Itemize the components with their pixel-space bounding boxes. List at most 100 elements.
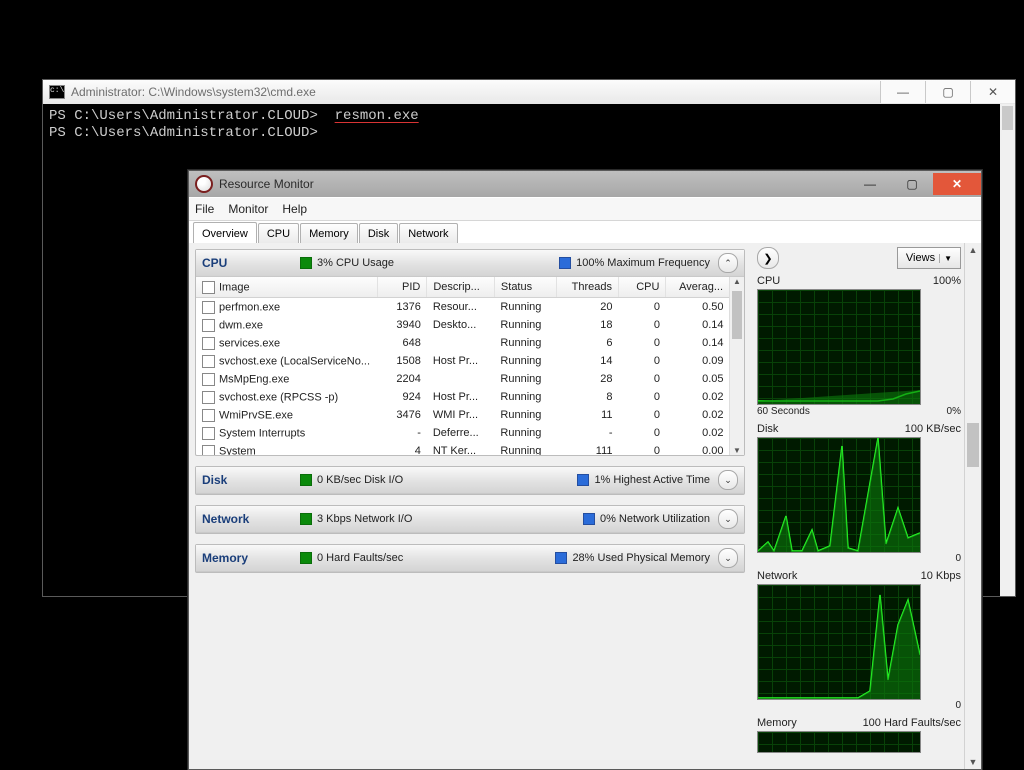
cmd-entered-command: resmon.exe — [335, 108, 419, 124]
views-dropdown[interactable]: Views ▼ — [897, 247, 961, 269]
close-button[interactable]: ✕ — [933, 173, 981, 195]
scroll-thumb[interactable] — [732, 291, 742, 339]
section-title: Disk — [202, 473, 292, 487]
table-row[interactable]: System4NT Ker...Running11100.00 — [196, 442, 730, 455]
expand-icon[interactable]: ⌄ — [718, 509, 738, 529]
memory-mini-chart: Memory100 Hard Faults/sec — [757, 717, 961, 753]
memory-section-header[interactable]: Memory 0 Hard Faults/sec 28% Used Physic… — [196, 545, 744, 572]
used-indicator-icon — [555, 552, 567, 564]
collapse-right-pane-icon[interactable]: ❯ — [757, 247, 779, 269]
checkbox[interactable] — [202, 281, 215, 294]
faults-indicator-icon — [300, 552, 312, 564]
scroll-up-icon[interactable]: ▲ — [730, 277, 744, 286]
col-average[interactable]: Averag... — [666, 277, 730, 298]
active-indicator-icon — [577, 474, 589, 486]
disk-section: Disk 0 KB/sec Disk I/O 1% Highest Active… — [195, 466, 745, 495]
cpu-section-header[interactable]: CPU 3% CPU Usage 100% Maximum Frequency … — [196, 250, 744, 277]
table-row[interactable]: WmiPrvSE.exe3476WMI Pr...Running1100.02 — [196, 406, 730, 424]
col-threads[interactable]: Threads — [556, 277, 618, 298]
tab-overview[interactable]: Overview — [193, 222, 257, 244]
tab-disk[interactable]: Disk — [359, 223, 398, 244]
minimize-button[interactable]: — — [849, 173, 891, 195]
cmd-prompt: PS C:\Users\Administrator.CLOUD> — [49, 125, 318, 141]
cpu-table: Image PID Descrip... Status Threads CPU … — [196, 277, 744, 455]
io-indicator-icon — [300, 474, 312, 486]
checkbox[interactable] — [202, 355, 215, 368]
network-mini-chart: Network 10 Kbps 0 — [757, 570, 961, 711]
rm-vertical-scrollbar[interactable]: ▲ ▼ — [964, 243, 981, 769]
views-label: Views — [906, 252, 935, 264]
tab-cpu[interactable]: CPU — [258, 223, 299, 244]
chart-title: Network — [757, 570, 797, 582]
memory-chart-canvas — [757, 731, 921, 753]
table-row[interactable]: perfmon.exe1376Resour...Running2000.50 — [196, 298, 730, 317]
table-row[interactable]: services.exe648Running600.14 — [196, 334, 730, 352]
col-cpu[interactable]: CPU — [619, 277, 666, 298]
resource-monitor-window: Resource Monitor — ▢ ✕ File Monitor Help… — [188, 170, 982, 770]
right-pane: ❯ Views ▼ CPU100% 60 Seconds0% Disk100 K… — [751, 243, 965, 769]
collapse-icon[interactable]: ⌃ — [718, 253, 738, 273]
checkbox[interactable] — [202, 373, 215, 386]
minimize-button[interactable]: — — [880, 81, 925, 103]
section-title: Network — [202, 512, 292, 526]
cpu-section: CPU 3% CPU Usage 100% Maximum Frequency … — [195, 249, 745, 456]
col-pid[interactable]: PID — [378, 277, 427, 298]
cpu-mini-chart: CPU100% 60 Seconds0% — [757, 275, 961, 417]
scroll-thumb[interactable] — [1002, 106, 1013, 130]
disk-section-header[interactable]: Disk 0 KB/sec Disk I/O 1% Highest Active… — [196, 467, 744, 494]
col-status[interactable]: Status — [494, 277, 556, 298]
menu-bar: File Monitor Help — [189, 197, 981, 221]
cmd-titlebar[interactable]: c:\ Administrator: C:\Windows\system32\c… — [43, 80, 1015, 105]
checkbox[interactable] — [202, 445, 215, 456]
table-row[interactable]: System Interrupts-Deferre...Running-00.0… — [196, 424, 730, 442]
tab-network[interactable]: Network — [399, 223, 457, 244]
rm-titlebar[interactable]: Resource Monitor — ▢ ✕ — [189, 171, 981, 197]
checkbox[interactable] — [202, 337, 215, 350]
col-description[interactable]: Descrip... — [427, 277, 495, 298]
table-scrollbar[interactable]: ▲ ▼ — [729, 277, 744, 455]
checkbox[interactable] — [202, 409, 215, 422]
tab-memory[interactable]: Memory — [300, 223, 358, 244]
section-title: Memory — [202, 551, 292, 565]
checkbox[interactable] — [202, 301, 215, 314]
table-row[interactable]: dwm.exe3940Deskto...Running1800.14 — [196, 316, 730, 334]
chart-title: Disk — [757, 423, 778, 435]
resource-monitor-icon — [195, 175, 213, 193]
scroll-down-icon[interactable]: ▼ — [730, 446, 744, 455]
table-row[interactable]: svchost.exe (LocalServiceNo...1508Host P… — [196, 352, 730, 370]
maximize-button[interactable]: ▢ — [925, 81, 970, 103]
disk-io-label: 0 KB/sec Disk I/O — [317, 474, 403, 486]
memory-section: Memory 0 Hard Faults/sec 28% Used Physic… — [195, 544, 745, 573]
close-button[interactable]: ✕ — [970, 81, 1015, 103]
tab-strip: Overview CPU Memory Disk Network — [189, 221, 981, 244]
checkbox[interactable] — [202, 427, 215, 440]
checkbox[interactable] — [202, 319, 215, 332]
network-util-label: 0% Network Utilization — [600, 513, 710, 525]
menu-help[interactable]: Help — [282, 202, 307, 216]
chart-min: 0 — [955, 700, 961, 711]
rm-content: CPU 3% CPU Usage 100% Maximum Frequency … — [189, 243, 965, 769]
freq-indicator-icon — [559, 257, 571, 269]
disk-active-label: 1% Highest Active Time — [594, 474, 710, 486]
cmd-scrollbar[interactable] — [1000, 104, 1015, 596]
table-row[interactable]: MsMpEng.exe2204Running2800.05 — [196, 370, 730, 388]
chart-title: Memory — [757, 717, 797, 729]
chart-max: 100% — [933, 275, 961, 287]
network-section-header[interactable]: Network 3 Kbps Network I/O 0% Network Ut… — [196, 506, 744, 533]
chart-min: 0% — [947, 406, 961, 417]
table-row[interactable]: svchost.exe (RPCSS -p)924Host Pr...Runni… — [196, 388, 730, 406]
menu-monitor[interactable]: Monitor — [228, 202, 268, 216]
cpu-usage-label: 3% CPU Usage — [317, 257, 394, 269]
scroll-thumb[interactable] — [967, 423, 979, 467]
maximize-button[interactable]: ▢ — [891, 173, 933, 195]
scroll-down-icon[interactable]: ▼ — [965, 755, 981, 769]
scroll-up-icon[interactable]: ▲ — [965, 243, 981, 257]
chart-max: 10 Kbps — [921, 570, 961, 582]
checkbox[interactable] — [202, 391, 215, 404]
left-pane: CPU 3% CPU Usage 100% Maximum Frequency … — [189, 243, 751, 769]
menu-file[interactable]: File — [195, 202, 214, 216]
col-image[interactable]: Image — [196, 277, 378, 298]
expand-icon[interactable]: ⌄ — [718, 548, 738, 568]
expand-icon[interactable]: ⌄ — [718, 470, 738, 490]
chart-min: 0 — [955, 553, 961, 564]
